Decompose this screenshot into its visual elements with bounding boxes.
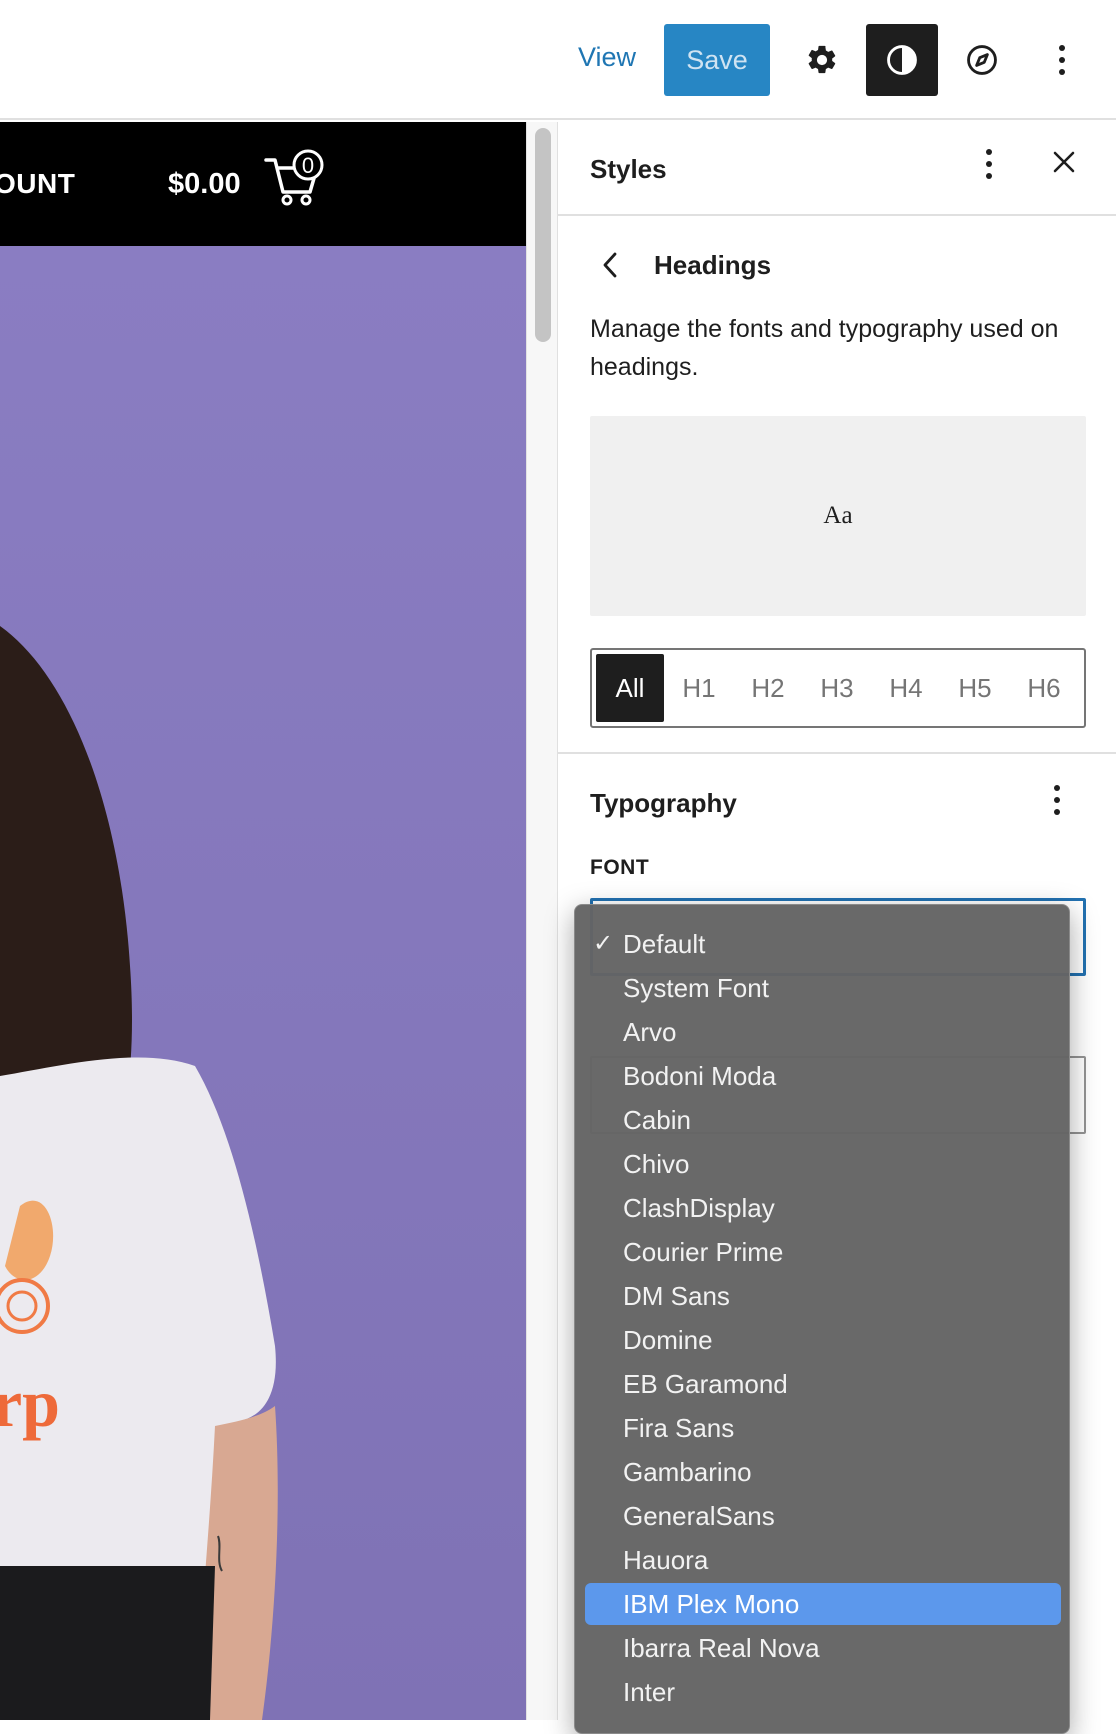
font-option[interactable]: System Font bbox=[585, 967, 1061, 1009]
checkmark-icon: ✓ bbox=[593, 930, 614, 957]
sidebar-title: Styles bbox=[590, 154, 667, 184]
scrollbar-thumb[interactable] bbox=[535, 128, 551, 342]
font-option[interactable]: Inter bbox=[585, 1671, 1061, 1713]
font-option[interactable]: Courier Prime bbox=[585, 1231, 1061, 1273]
save-button[interactable]: Save bbox=[664, 24, 770, 96]
heading-level-h5[interactable]: H5 bbox=[941, 654, 1009, 722]
settings-button[interactable] bbox=[786, 24, 858, 96]
section-description: Manage the fonts and typography used on … bbox=[590, 315, 1059, 381]
font-option[interactable]: GeneralSans bbox=[585, 1495, 1061, 1537]
view-button[interactable]: View bbox=[578, 42, 636, 73]
editor-toolbar: View Save bbox=[0, 0, 1116, 120]
cart-total: $0.00 bbox=[168, 168, 241, 200]
typography-options-icon[interactable] bbox=[1052, 782, 1062, 818]
heading-level-h6[interactable]: H6 bbox=[1010, 654, 1078, 722]
preview-text: Aa bbox=[823, 502, 853, 529]
vertical-ellipsis-icon bbox=[1059, 45, 1065, 75]
close-icon[interactable] bbox=[1052, 150, 1076, 174]
font-option[interactable]: ClashDisplay bbox=[585, 1187, 1061, 1229]
typography-preview: Aa bbox=[590, 416, 1086, 616]
font-option-label: Default bbox=[623, 929, 706, 959]
heading-level-all[interactable]: All bbox=[596, 654, 664, 722]
font-option[interactable]: Bodoni Moda bbox=[585, 1055, 1061, 1097]
half-circle-contrast-icon bbox=[887, 45, 917, 75]
font-option[interactable]: Ibarra Real Nova bbox=[585, 1627, 1061, 1669]
font-dropdown-menu: ✓ Default System Font Arvo Bodoni Moda C… bbox=[574, 904, 1070, 1734]
compass-icon bbox=[967, 45, 997, 75]
font-label: FONT bbox=[590, 856, 650, 879]
font-option[interactable]: Chivo bbox=[585, 1143, 1061, 1185]
cart-icon[interactable]: 0 bbox=[262, 148, 330, 208]
canvas-scrollbar[interactable] bbox=[526, 122, 558, 1720]
shirt-logo-text: rp bbox=[0, 1365, 60, 1441]
styles-button[interactable] bbox=[866, 24, 938, 96]
font-option[interactable]: EB Garamond bbox=[585, 1363, 1061, 1405]
heading-level-h1[interactable]: H1 bbox=[665, 654, 733, 722]
gear-icon bbox=[808, 45, 836, 74]
section-title: Headings bbox=[654, 250, 772, 280]
editor-canvas[interactable]: OUNT $0.00 0 rp bbox=[0, 122, 526, 1720]
browse-button[interactable] bbox=[946, 24, 1018, 96]
heading-level-h2[interactable]: H2 bbox=[734, 654, 802, 722]
font-option[interactable]: ✓ Default bbox=[585, 923, 1061, 965]
heading-level-selector: All H1 H2 H3 H4 H5 H6 bbox=[590, 648, 1086, 728]
font-option[interactable]: Fira Sans bbox=[585, 1407, 1061, 1449]
font-option[interactable]: Domine bbox=[585, 1319, 1061, 1361]
font-option-highlighted[interactable]: IBM Plex Mono bbox=[585, 1583, 1061, 1625]
options-button[interactable] bbox=[1026, 24, 1098, 96]
heading-level-h3[interactable]: H3 bbox=[803, 654, 871, 722]
font-option[interactable]: Hauora bbox=[585, 1539, 1061, 1581]
cart-count: 0 bbox=[302, 153, 314, 178]
section-divider bbox=[558, 752, 1116, 754]
sidebar-options-icon[interactable] bbox=[984, 146, 994, 182]
account-link[interactable]: OUNT bbox=[0, 168, 75, 200]
font-option[interactable]: Arvo bbox=[585, 1011, 1061, 1053]
heading-level-h4[interactable]: H4 bbox=[872, 654, 940, 722]
typography-title: Typography bbox=[590, 788, 737, 818]
font-option[interactable]: Gambarino bbox=[585, 1451, 1061, 1493]
font-option[interactable]: Cabin bbox=[585, 1099, 1061, 1141]
chevron-left-icon[interactable] bbox=[600, 250, 620, 280]
sidebar-header: Styles bbox=[558, 122, 1116, 216]
site-header: OUNT $0.00 0 bbox=[0, 122, 526, 246]
font-option[interactable]: DM Sans bbox=[585, 1275, 1061, 1317]
hero-image: rp bbox=[0, 246, 526, 1720]
